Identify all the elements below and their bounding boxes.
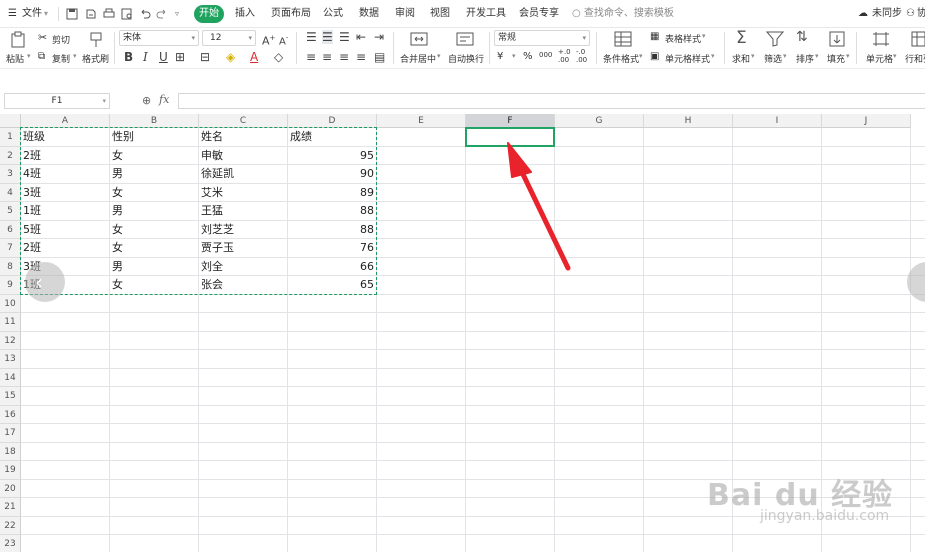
watermark-url: jingyan.baidu.com (760, 508, 890, 524)
spreadsheet-app: ☰ 文件 ▾ ▿ 开始 插入 页面布局 公式 数据 审阅 视图 开发工具 会员专… (0, 0, 925, 552)
